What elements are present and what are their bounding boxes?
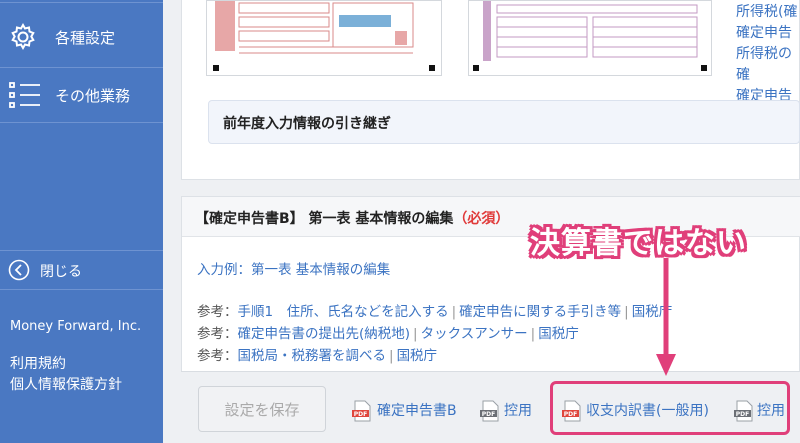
registration-mark (429, 65, 435, 71)
reference-link[interactable]: 国税局・税務署を調べる (238, 348, 387, 364)
reference-link[interactable]: 手順1 住所、氏名などを記入する (238, 304, 449, 320)
reference-link[interactable]: 確定申告書の提出先(納税地) (238, 326, 411, 342)
pdf-gray-icon: PDF (480, 400, 499, 422)
inherit-previous-year-title: 前年度入力情報の引き継ぎ (223, 116, 391, 132)
svg-text:PDF: PDF (354, 411, 367, 418)
terms-link[interactable]: 利用規約 (10, 353, 66, 373)
reference-line: 参考：確定申告書の提出先(納税地) | タックスアンサー | 国税庁 (197, 322, 579, 342)
registration-mark (701, 65, 707, 71)
separator: | (389, 348, 394, 364)
gear-icon (11, 22, 35, 51)
income-statement-preview (483, 1, 698, 61)
reference-line: 参考：国税局・税務署を調べる | 国税庁 (197, 344, 437, 364)
inherit-previous-year-section[interactable]: 前年度入力情報の引き継ぎ (208, 100, 800, 144)
sidebar-item-settings[interactable]: 各種設定 (0, 8, 163, 66)
reference-link[interactable]: 国税庁 (397, 348, 438, 364)
edit-panel-title: 【確定申告書B】 第一表 基本情報の編集（必須） (195, 208, 509, 228)
reference-link[interactable]: 国税庁 (538, 326, 579, 342)
sidebar-item-label: 各種設定 (55, 29, 116, 47)
registration-mark (473, 65, 479, 71)
reference-prefix: 参考： (197, 348, 238, 364)
close-label: 閉じる (40, 264, 82, 280)
form-b-preview (215, 1, 414, 54)
download-form-b-copy-link[interactable]: 控用 (504, 400, 532, 420)
reference-link[interactable]: 確定申告に関する手引き等 (459, 304, 621, 320)
sidebar: 各種設定 その他業務 閉じる Money Forward, Inc. 利用規約 … (0, 0, 163, 443)
reference-link[interactable]: タックスアンサー (421, 326, 528, 342)
reference-prefix: 参考： (197, 304, 238, 320)
sidebar-divider (0, 289, 163, 290)
sidebar-item-other-work[interactable]: その他業務 (0, 68, 163, 122)
svg-text:PDF: PDF (482, 411, 495, 418)
separator: | (413, 326, 418, 342)
related-links: 所得税(確 確定申告 所得税の確 確定申告 (736, 2, 800, 107)
sidebar-divider (0, 122, 163, 123)
required-badge: （必須） (453, 211, 510, 227)
form-b-thumbnail[interactable] (206, 0, 442, 76)
related-link[interactable]: 所得税の確 (736, 44, 800, 86)
income-statement-thumbnail[interactable] (468, 0, 712, 76)
separator: | (451, 304, 457, 320)
sidebar-divider (0, 2, 163, 3)
reference-line: 参考：手順1 住所、氏名などを記入する | 確定申告に関する手引き等 | 国税庁 (197, 300, 672, 320)
registration-mark (213, 65, 219, 71)
download-form-b-link[interactable]: 確定申告書B (377, 400, 457, 420)
company-name: Money Forward, Inc. (10, 319, 142, 334)
edit-panel-title-text: 【確定申告書B】 第一表 基本情報の編集 (195, 211, 454, 227)
example-link[interactable]: 入力例：第一表 基本情報の編集 (197, 258, 390, 278)
annotation-arrow-icon (656, 258, 676, 376)
annotation-text: 決算書ではない (530, 226, 747, 261)
close-sidebar-button[interactable]: 閉じる (0, 251, 163, 289)
separator: | (530, 326, 536, 342)
related-link[interactable]: 所得税(確 (736, 2, 800, 23)
chevron-left-circle-icon (8, 259, 30, 281)
list-icon (9, 82, 40, 108)
pdf-red-icon: PDF (352, 400, 371, 422)
reference-prefix: 参考： (197, 326, 238, 342)
save-settings-button[interactable]: 設定を保存 (198, 386, 326, 432)
privacy-link[interactable]: 個人情報保護方針 (10, 374, 122, 394)
separator: | (624, 304, 629, 320)
related-link[interactable]: 確定申告 (736, 23, 800, 44)
sidebar-item-label: その他業務 (55, 87, 131, 105)
annotation-highlight-box (550, 381, 790, 435)
